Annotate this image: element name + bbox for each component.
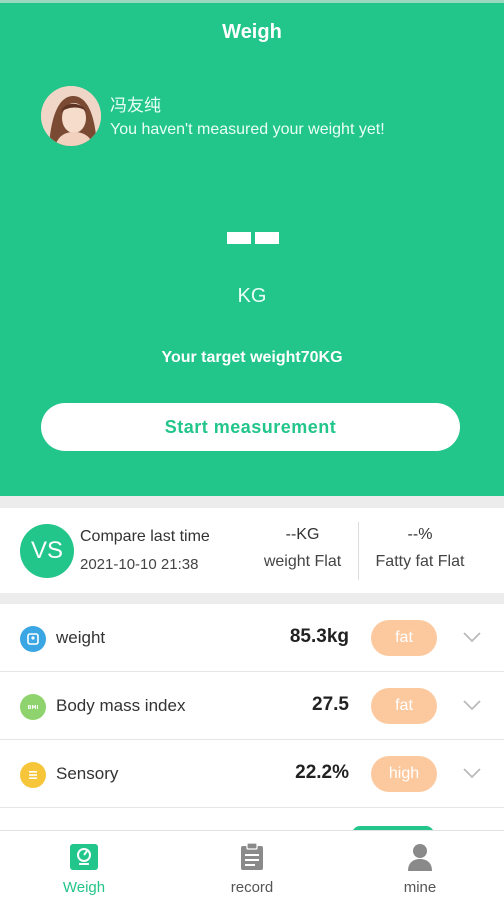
current-weight-placeholder [227,232,279,244]
dash-mark [227,232,251,244]
metric-name: weight [56,628,106,647]
bottom-tab-bar: Weigh record mine [0,830,504,900]
chevron-down-icon[interactable] [462,629,482,645]
compare-fat-value: --% [407,526,433,543]
page-title: Weigh [222,21,282,43]
metrics-list: weight 85.3kg fat BMI Body mass index 27… [0,604,504,834]
compare-date: 2021-10-10 21:38 [80,556,199,573]
tab-weigh[interactable]: Weigh [0,831,168,900]
user-name: 冯友纯 [110,96,161,115]
dash-mark [255,232,279,244]
metric-row-bmi[interactable]: BMI Body mass index 27.5 fat [0,672,504,740]
compare-weight: --KG weight Flat [255,526,350,571]
weigh-tab-icon [70,844,98,870]
tab-mine[interactable]: mine [336,831,504,900]
metric-status-badge: fat [371,688,437,724]
bmi-icon: BMI [20,694,46,720]
metric-status-badge: high [371,756,437,792]
tab-record[interactable]: record [168,831,336,900]
metric-status-badge: fat [371,620,437,656]
target-weight: Your target weight70KG [161,349,343,366]
weight-unit: KG [237,285,267,307]
compare-weight-label: weight Flat [263,553,342,570]
scale-icon [20,626,46,652]
compare-title: Compare last time [80,528,210,545]
metric-row-sensory[interactable]: Sensory 22.2% high [0,740,504,808]
tab-label: record [230,879,274,896]
chevron-down-icon[interactable] [462,697,482,713]
sensory-icon [20,762,46,788]
vs-badge: VS [20,524,74,578]
metric-row-weight[interactable]: weight 85.3kg fat [0,604,504,672]
metric-name: Sensory [56,764,119,783]
start-measurement-button[interactable]: Start measurement [41,403,460,451]
person-icon [408,844,432,871]
compare-last-time-card[interactable]: VS Compare last time 2021-10-10 21:38 --… [0,508,504,593]
weigh-hero: Weigh 冯友纯 You haven't measured your weig… [0,0,504,496]
metric-name: Body mass index [56,696,186,715]
avatar[interactable] [41,86,101,146]
tab-label: Weigh [62,879,106,896]
tab-label: mine [403,879,437,896]
metric-value: 27.5 [312,694,349,715]
svg-text:BMI: BMI [28,705,39,711]
chevron-down-icon[interactable] [462,765,482,781]
compare-fat: --% Fatty fat Flat [366,526,474,571]
clipboard-icon [241,843,263,870]
divider [358,522,359,580]
compare-fat-label: Fatty fat Flat [375,553,465,570]
metric-value: 85.3kg [289,626,349,647]
compare-weight-value: --KG [285,526,320,543]
measurement-status: You haven't measured your weight yet! [110,121,385,138]
metric-value: 22.2% [295,762,349,783]
